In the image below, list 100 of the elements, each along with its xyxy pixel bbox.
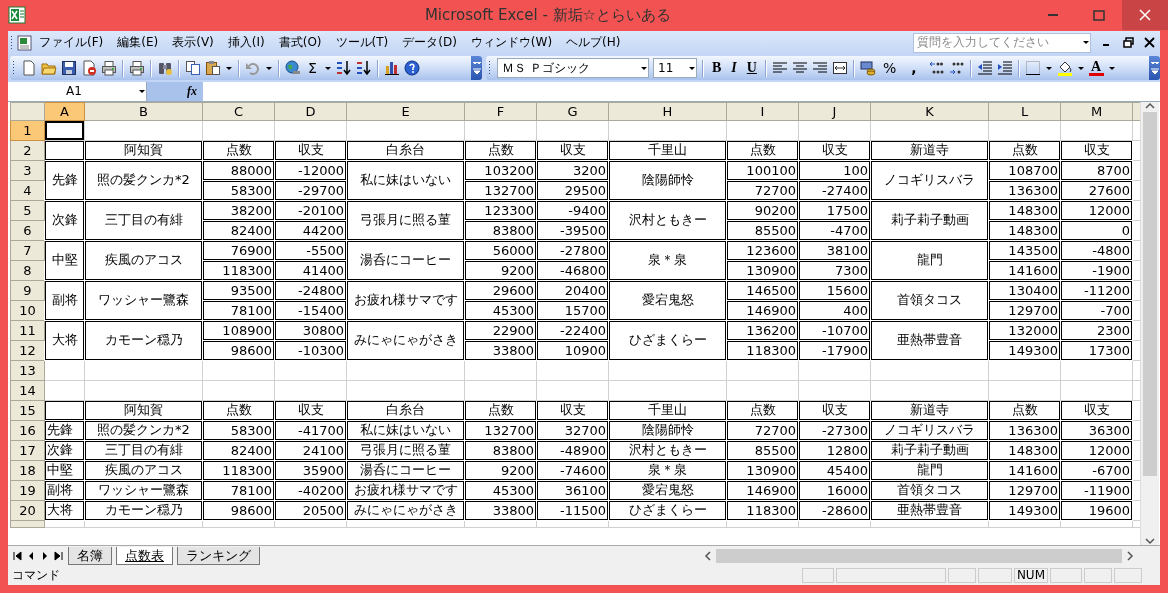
sort-ascending-icon[interactable] xyxy=(335,60,352,77)
caret-icon[interactable] xyxy=(640,64,648,72)
menu-item[interactable]: ヘルプ(H) xyxy=(559,32,628,54)
borders-icon[interactable] xyxy=(1024,60,1041,77)
help-search-field[interactable]: 質問を入力してください xyxy=(913,32,1091,53)
indent-icon[interactable] xyxy=(996,60,1013,77)
menu-item[interactable]: データ(D) xyxy=(395,32,464,54)
binoculars-icon[interactable] xyxy=(157,60,173,77)
row-header[interactable]: 8 xyxy=(10,260,45,281)
menu-item[interactable]: 書式(O) xyxy=(271,32,329,54)
sheet-tab[interactable]: 名簿 xyxy=(68,547,112,566)
row-header[interactable]: 15 xyxy=(10,400,45,421)
caret-icon[interactable] xyxy=(225,64,233,72)
new-document-icon[interactable] xyxy=(21,60,37,77)
row-header[interactable]: 12 xyxy=(10,340,45,361)
row-header[interactable]: 3 xyxy=(10,160,45,181)
underline-button[interactable]: U xyxy=(743,60,760,77)
first-sheet-icon[interactable] xyxy=(12,551,22,562)
column-header[interactable]: D xyxy=(274,102,347,121)
permission-icon[interactable] xyxy=(81,60,97,77)
autosum-button[interactable]: Σ xyxy=(305,60,320,77)
caret-icon[interactable] xyxy=(1044,64,1053,72)
column-header[interactable]: H xyxy=(608,102,727,121)
caret-icon[interactable] xyxy=(688,64,696,72)
caret-icon[interactable] xyxy=(323,64,332,72)
scroll-right-icon[interactable] xyxy=(1126,551,1134,562)
column-header[interactable]: J xyxy=(798,102,871,121)
row-header[interactable]: 10 xyxy=(10,300,45,321)
column-header[interactable]: C xyxy=(202,102,275,121)
bold-button[interactable]: B xyxy=(709,60,725,77)
printer-icon[interactable] xyxy=(101,60,117,77)
caret-icon[interactable] xyxy=(265,64,273,72)
row-header[interactable]: 19 xyxy=(10,480,45,501)
italic-button[interactable]: I xyxy=(728,60,740,77)
font-name-field[interactable]: ＭＳ Ｐゴシック xyxy=(497,58,649,79)
insert-function-button[interactable]: fx xyxy=(187,83,197,99)
row-header[interactable]: 9 xyxy=(10,280,45,301)
outdent-icon[interactable] xyxy=(976,60,993,77)
column-header[interactable]: K xyxy=(870,102,989,121)
row-header[interactable]: 16 xyxy=(10,420,45,441)
row-header[interactable]: 2 xyxy=(10,140,45,161)
close-icon[interactable] xyxy=(1144,37,1155,49)
caret-icon[interactable] xyxy=(1107,64,1116,72)
scroll-left-icon[interactable] xyxy=(704,551,712,562)
menu-item[interactable]: 表示(V) xyxy=(165,32,221,54)
column-header[interactable]: L xyxy=(988,102,1061,121)
help-icon[interactable] xyxy=(403,60,420,77)
row-header[interactable]: 1 xyxy=(10,120,45,141)
column-header[interactable]: G xyxy=(536,102,609,121)
row-header[interactable]: 20 xyxy=(10,500,45,521)
toolbar-options-icon[interactable] xyxy=(471,61,482,76)
sheet-tab[interactable]: ランキング xyxy=(177,547,260,566)
workbook-icon[interactable] xyxy=(16,34,32,51)
scroll-up-icon[interactable] xyxy=(1145,101,1155,110)
copy-icon[interactable] xyxy=(185,60,201,77)
comma-button[interactable]: , xyxy=(903,60,925,77)
row-header[interactable]: 5 xyxy=(10,200,45,221)
currency-icon[interactable] xyxy=(859,60,876,77)
scroll-down-icon[interactable] xyxy=(1145,537,1155,546)
column-header[interactable]: F xyxy=(464,102,537,121)
save-icon[interactable] xyxy=(61,60,77,77)
toolbar-options-icon[interactable] xyxy=(1149,61,1160,76)
selected-cell[interactable] xyxy=(44,120,85,141)
sheet-tab[interactable]: 点数表 xyxy=(116,547,173,566)
column-header[interactable]: E xyxy=(346,102,465,121)
paste-icon[interactable] xyxy=(205,60,221,77)
scrollbar-thumb[interactable] xyxy=(716,549,1122,564)
column-header[interactable]: B xyxy=(84,102,203,121)
menu-item[interactable]: 挿入(I) xyxy=(220,32,272,54)
caret-icon[interactable] xyxy=(1076,64,1085,72)
printer-icon[interactable] xyxy=(129,60,145,77)
sort-descending-icon[interactable] xyxy=(355,60,372,77)
row-header[interactable]: 11 xyxy=(10,320,45,341)
row-header[interactable]: 6 xyxy=(10,220,45,241)
vertical-scrollbar[interactable] xyxy=(1140,101,1159,546)
column-header[interactable]: A xyxy=(44,102,85,121)
percent-button[interactable]: % xyxy=(879,60,900,77)
menu-item[interactable]: ファイル(F) xyxy=(32,32,111,54)
font-size-field[interactable]: 11 xyxy=(653,58,697,79)
row-header[interactable]: 13 xyxy=(10,360,45,381)
row-header[interactable]: 4 xyxy=(10,180,45,201)
column-header[interactable]: M xyxy=(1060,102,1133,121)
row-header[interactable]: 17 xyxy=(10,440,45,461)
row-header[interactable]: 14 xyxy=(10,380,45,401)
fill-color-icon[interactable] xyxy=(1056,60,1073,77)
menu-item[interactable]: ウィンドウ(W) xyxy=(463,32,560,54)
last-sheet-icon[interactable] xyxy=(54,551,64,562)
column-header[interactable]: I xyxy=(726,102,799,121)
menu-item[interactable]: ツール(T) xyxy=(328,32,396,54)
hyperlink-icon[interactable] xyxy=(285,60,301,77)
next-sheet-icon[interactable] xyxy=(40,551,50,562)
row-header[interactable]: 7 xyxy=(10,240,45,261)
scrollbar-thumb[interactable] xyxy=(1143,111,1157,476)
restore-icon[interactable] xyxy=(1123,37,1134,49)
decrease-decimal-icon[interactable] xyxy=(948,60,965,77)
chart-icon[interactable] xyxy=(383,60,400,77)
caret-icon[interactable] xyxy=(138,87,146,95)
menu-item[interactable]: 編集(E) xyxy=(110,32,166,54)
merge-center-icon[interactable] xyxy=(831,60,848,77)
caret-icon[interactable] xyxy=(1082,39,1090,47)
